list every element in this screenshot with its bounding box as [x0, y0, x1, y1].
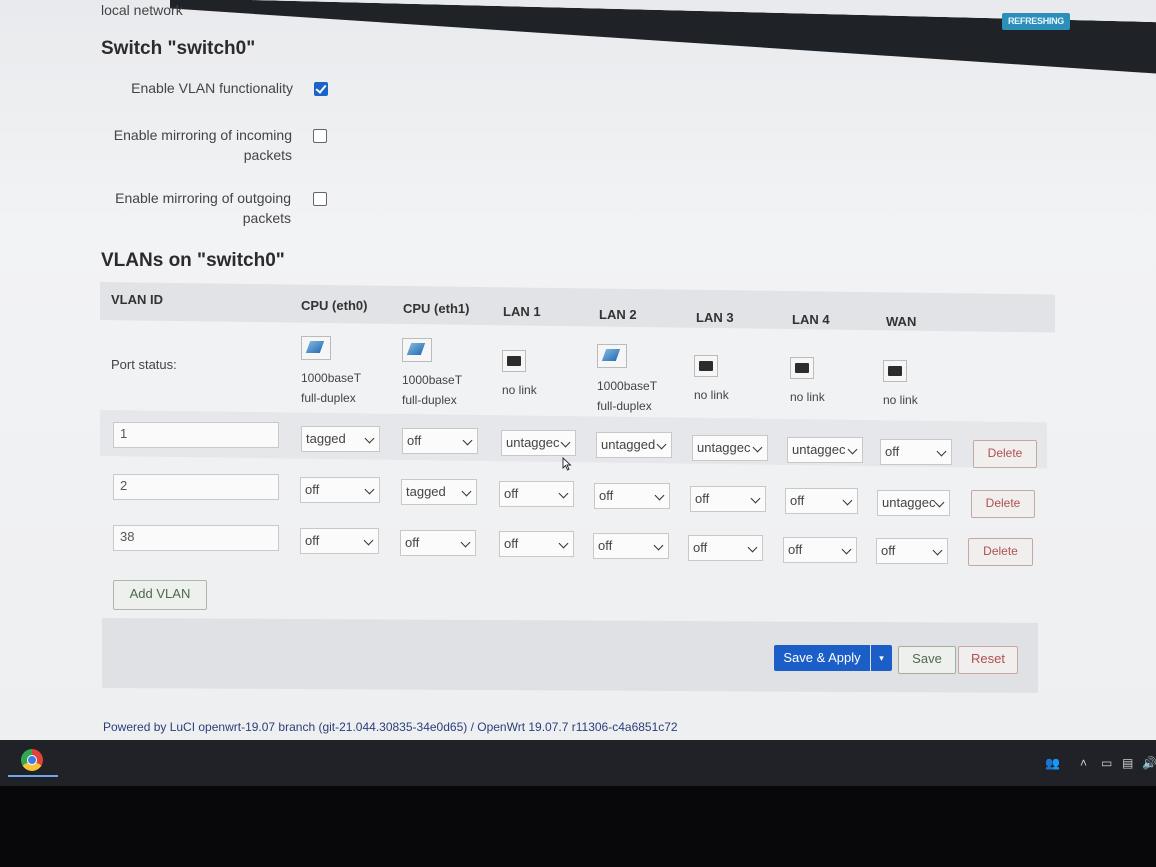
option-mirror-in-label: Enable mirroring of incoming packets: [113, 127, 292, 163]
refreshing-badge[interactable]: REFRESHING: [1002, 13, 1070, 30]
delete-vlan-button[interactable]: Delete: [973, 440, 1037, 468]
mirror-incoming-checkbox[interactable]: [313, 129, 327, 143]
port-select[interactable]: off: [880, 439, 952, 465]
mirror-outgoing-checkbox[interactable]: [313, 192, 327, 206]
save-apply-dropdown-button[interactable]: ▾: [871, 645, 892, 671]
chevron-down-icon: [363, 535, 374, 546]
port-status-wan: no link: [883, 360, 963, 410]
port-status-cpu-eth1: 1000baseT full-duplex: [402, 338, 482, 410]
port-select[interactable]: untaggec: [692, 435, 768, 461]
col-header-wan: WAN: [886, 314, 917, 329]
port-select[interactable]: tagged: [401, 479, 477, 505]
footer-powered-by[interactable]: Powered by LuCI openwrt-19.07 branch (gi…: [103, 720, 678, 734]
browser-viewport: REFRESHING local network Switch "switch0…: [0, 0, 1156, 740]
port-select[interactable]: off: [688, 535, 763, 561]
col-header-vlan-id: VLAN ID: [111, 292, 163, 307]
chevron-down-icon: [462, 435, 473, 446]
chevron-down-icon: [654, 490, 665, 501]
port-nolink-icon: [883, 360, 907, 382]
port-select[interactable]: off: [499, 531, 574, 557]
chevron-down-icon: [364, 484, 375, 495]
port-select[interactable]: off: [402, 428, 478, 454]
add-vlan-button[interactable]: Add VLAN: [113, 580, 207, 610]
chevron-down-icon: [460, 537, 471, 548]
chevron-down-icon: [558, 538, 569, 549]
port-select[interactable]: off: [783, 537, 857, 563]
port-status-lan2: 1000baseT full-duplex: [597, 344, 677, 416]
port-nolink-icon: [790, 357, 814, 379]
port-select[interactable]: untaggec: [877, 490, 950, 516]
chevron-down-icon: [747, 542, 758, 553]
page-header-bar: [170, 0, 1156, 74]
reset-button[interactable]: Reset: [958, 646, 1018, 674]
save-button[interactable]: Save: [898, 646, 956, 674]
network-icon[interactable]: ▤: [1122, 756, 1133, 770]
port-status-lan1: no link: [502, 350, 582, 400]
chevron-down-icon: [364, 433, 375, 444]
chevron-down-icon: [847, 444, 858, 455]
monitor-bezel: [0, 786, 1156, 867]
chevron-down-icon: [750, 493, 761, 504]
port-select[interactable]: off: [690, 486, 766, 512]
mouse-pointer-icon: [562, 457, 572, 471]
people-icon[interactable]: 👥: [1045, 756, 1060, 770]
port-select[interactable]: off: [300, 528, 379, 554]
port-status-lan3: no link: [694, 355, 774, 405]
chevron-up-icon[interactable]: ˄: [1080, 756, 1087, 770]
col-header-lan2: LAN 2: [599, 307, 637, 322]
port-select[interactable]: off: [499, 481, 574, 507]
port-status-label: Port status:: [111, 357, 177, 372]
vlan-id-input[interactable]: 38: [113, 525, 279, 551]
chevron-down-icon: [558, 488, 569, 499]
enable-vlan-checkbox[interactable]: [314, 82, 328, 96]
col-header-cpu-eth1: CPU (eth1): [403, 301, 470, 316]
port-select[interactable]: untaggec: [787, 437, 863, 463]
chevron-down-icon: [653, 540, 664, 551]
col-header-lan4: LAN 4: [792, 312, 830, 327]
port-nolink-icon: [502, 350, 526, 372]
port-status-lan4: no link: [790, 357, 870, 407]
port-link-icon: [597, 344, 627, 368]
vlan-id-input[interactable]: 2: [113, 474, 279, 500]
vlan-id-input[interactable]: 1: [113, 422, 279, 448]
switch-section-title: Switch "switch0": [101, 38, 256, 59]
option-mirror-out-label: Enable mirroring of outgoing packets: [115, 190, 291, 226]
port-select[interactable]: untaggec: [501, 430, 576, 456]
port-nolink-icon: [694, 355, 718, 377]
windows-taskbar: [0, 740, 1156, 786]
port-select[interactable]: untagged: [596, 432, 672, 458]
col-header-lan1: LAN 1: [503, 304, 541, 319]
vlans-section-title: VLANs on "switch0": [101, 250, 285, 271]
port-status-cpu-eth0: 1000baseT full-duplex: [301, 336, 381, 408]
save-apply-button[interactable]: Save & Apply: [774, 645, 870, 671]
option-vlan-label: Enable VLAN functionality: [131, 80, 293, 96]
port-select[interactable]: off: [300, 477, 380, 503]
chevron-down-icon: [560, 437, 571, 448]
port-select[interactable]: off: [876, 538, 948, 564]
col-header-cpu-eth0: CPU (eth0): [301, 298, 368, 313]
port-link-icon: [402, 338, 432, 362]
port-select[interactable]: off: [400, 530, 476, 556]
chevron-down-icon: [752, 442, 763, 453]
port-select[interactable]: tagged: [301, 426, 380, 452]
volume-icon[interactable]: 🔊: [1142, 756, 1156, 770]
delete-vlan-button[interactable]: Delete: [971, 490, 1035, 518]
delete-vlan-button[interactable]: Delete: [968, 538, 1033, 566]
port-select[interactable]: off: [593, 533, 669, 559]
port-select[interactable]: off: [594, 483, 670, 509]
col-header-lan3: LAN 3: [696, 310, 734, 325]
chrome-icon[interactable]: [21, 749, 43, 771]
battery-icon[interactable]: ▭: [1101, 756, 1112, 770]
chevron-down-icon: [461, 486, 472, 497]
port-link-icon: [301, 336, 331, 360]
port-select[interactable]: off: [785, 488, 858, 514]
breadcrumb: local network: [101, 2, 183, 18]
active-app-indicator: [8, 775, 58, 777]
